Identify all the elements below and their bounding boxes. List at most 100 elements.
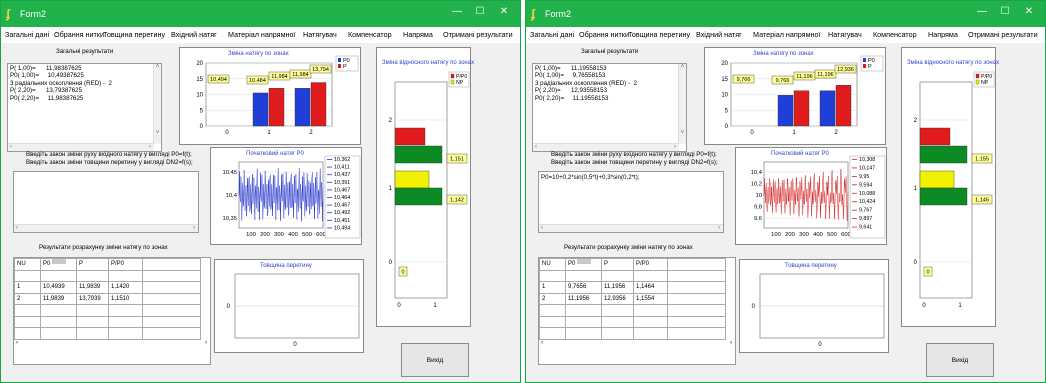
close-icon[interactable]: ✕ — [1021, 6, 1037, 17]
law-label-dn2: Введіть закон зміни товщини перетину у в… — [551, 159, 718, 166]
table-row[interactable]: 1 10,4939 11,9839 1,1420 — [14, 281, 201, 294]
menu-thread[interactable]: Обрання нитки — [54, 30, 104, 39]
law-input[interactable]: P0=10+0,2*sin(0,5*t)+0,3*sin(0,2*t); ‹ › — [538, 171, 724, 233]
scroll-right-icon[interactable]: › — [718, 225, 720, 231]
results-hscroll[interactable]: ‹ › — [533, 143, 679, 151]
menu-tensioner[interactable]: Натягувач — [828, 30, 862, 39]
zone-legend-swatch — [338, 64, 341, 68]
init-x-tick: 200 — [260, 232, 270, 238]
menu-thickness[interactable]: Товщина перетину — [628, 30, 690, 39]
zone-tension-chart: Зміна натягу по зонах 20 15 10 5 0 0 1 2 9,766 9,… — [704, 47, 886, 145]
results-vscroll[interactable]: ˄ ˅ — [678, 64, 686, 144]
init-y-tick: 10,45 — [222, 170, 237, 176]
init-legend-label: 10,467 — [334, 203, 350, 209]
table-cell: 1 — [14, 281, 41, 294]
table-row[interactable]: 1 9,7656 11,1956 1,1464 — [539, 281, 726, 294]
table-cell: 2 — [539, 292, 566, 305]
rel-bar-np — [394, 187, 443, 206]
law-input[interactable]: ‹ › — [13, 171, 199, 233]
scroll-thumb[interactable] — [577, 259, 591, 264]
init-y-tick: 10,35 — [222, 216, 237, 222]
zone-chart-svg: 20 15 10 5 0 0 1 2 9,766 9,766 11,196 11,196 12,936 P… — [721, 55, 884, 136]
table-header: NU — [539, 258, 566, 271]
law-input-hscroll[interactable]: ‹ › — [14, 224, 198, 232]
results-table[interactable]: NU P0 P P/P0 1 9,7656 11,1956 1,1464 2 1… — [538, 257, 736, 365]
table-row[interactable]: 2 11,1956 12,9356 1,1554 — [539, 292, 726, 305]
zone-y-tick: 15 — [196, 77, 203, 83]
scroll-right-icon[interactable]: › — [193, 225, 195, 231]
menu-input-tension[interactable]: Вхідний натяг — [171, 30, 217, 39]
scroll-right-icon[interactable]: › — [149, 144, 151, 150]
scroll-right-icon[interactable]: › — [730, 340, 732, 346]
close-icon[interactable]: ✕ — [496, 6, 512, 17]
scroll-left-icon[interactable]: ‹ — [541, 340, 543, 346]
scroll-left-icon[interactable]: ‹ — [535, 144, 537, 150]
init-x-tick: 600 — [841, 232, 851, 238]
zone-bar-p — [268, 88, 285, 127]
init-legend-label: 10,424 — [859, 199, 875, 205]
menu-material[interactable]: Матеріал напрямної — [228, 30, 295, 39]
scroll-left-icon[interactable]: ‹ — [16, 340, 18, 346]
scroll-down-icon[interactable]: ˅ — [154, 130, 161, 136]
results-memo[interactable]: P( 1,00)= 11,98387625 P0( 1,00)= 10,4938… — [7, 63, 162, 152]
zone-y-tick: 10 — [721, 93, 728, 99]
relative-tension-chart: Зміна відносного натягу по зонах 2 1 0 0 1 1,… — [901, 47, 999, 327]
zone-y-tick: 5 — [200, 108, 204, 114]
zone-y-tick: 0 — [200, 124, 204, 130]
menu-guide[interactable]: Напряма — [403, 30, 433, 39]
zone-x-tick: 0 — [750, 130, 754, 136]
thickness-chart-svg: 00 — [227, 273, 360, 348]
law-label-p0: Введіть закон зміни руху вхідного натягу… — [26, 151, 192, 158]
zone-y-tick: 0 — [725, 124, 729, 130]
results-line: P( 2,20)= 13,79387625 — [10, 87, 83, 95]
scroll-thumb[interactable] — [52, 259, 66, 264]
table-row[interactable]: 2 11,9839 13,7939 1,1510 — [14, 292, 201, 305]
menu-tensioner[interactable]: Натягувач — [303, 30, 337, 39]
minimize-icon[interactable]: — — [974, 6, 990, 17]
results-memo[interactable]: P( 1,00)= 11,19558153 P0( 1,00)= 9,76558… — [532, 63, 687, 152]
scroll-up-icon[interactable]: ˄ — [154, 64, 161, 70]
scroll-right-icon[interactable]: › — [205, 340, 207, 346]
init-x-tick: 200 — [785, 232, 795, 238]
scroll-left-icon[interactable]: ‹ — [16, 225, 18, 231]
table-hscroll[interactable]: ‹ › — [14, 259, 210, 346]
menu-thickness[interactable]: Товщина перетину — [103, 30, 165, 39]
menu-guide[interactable]: Напряма — [928, 30, 958, 39]
exit-button[interactable]: Вихід — [401, 343, 469, 377]
maximize-icon[interactable]: ☐ — [472, 6, 488, 17]
rel-bar-p-p0 — [919, 170, 955, 189]
menu-results[interactable]: Отримані результати — [968, 30, 1038, 39]
law-input-hscroll[interactable]: ‹ › — [539, 224, 723, 232]
menu-general[interactable]: Загальні дані — [5, 30, 49, 39]
results-hscroll[interactable]: ‹ › — [8, 143, 154, 151]
table-cell: 12,9356 — [601, 292, 634, 305]
maximize-icon[interactable]: ☐ — [997, 6, 1013, 17]
rel-data-label: 1,146 — [975, 198, 989, 204]
results-vscroll[interactable]: ˄ ˅ — [153, 64, 161, 144]
minimize-icon[interactable]: — — [449, 6, 465, 17]
scroll-right-icon[interactable]: › — [674, 144, 676, 150]
zone-legend-swatch — [863, 58, 866, 62]
init-x-tick: 400 — [813, 232, 823, 238]
scroll-left-icon[interactable]: ‹ — [10, 144, 12, 150]
zone-bar-p0 — [252, 92, 269, 127]
zone-data-label: 12,936 — [837, 67, 854, 73]
results-line: P0( 2,20)= 11,19558153 — [535, 94, 609, 102]
menu-material[interactable]: Матеріал напрямної — [753, 30, 820, 39]
menu-compensator[interactable]: Компенсатор — [873, 30, 917, 39]
menu-general[interactable]: Загальні дані — [530, 30, 574, 39]
menu-input-tension[interactable]: Вхідний натяг — [696, 30, 742, 39]
exit-button[interactable]: Вихід — [926, 343, 994, 377]
table-cell: 11,9839 — [76, 281, 109, 294]
menu-thread[interactable]: Обрання нитки — [579, 30, 629, 39]
scroll-up-icon[interactable]: ˄ — [679, 64, 686, 70]
results-table[interactable]: NU P0 P P/P0 1 10,4939 11,9839 1,1420 2 … — [13, 257, 211, 365]
menu-results[interactable]: Отримані результати — [443, 30, 513, 39]
table-cell: 10,4939 — [40, 281, 77, 294]
zone-data-label: 11,984 — [292, 72, 308, 78]
menu-compensator[interactable]: Компенсатор — [348, 30, 392, 39]
scroll-down-icon[interactable]: ˅ — [679, 130, 686, 136]
app-icon: ʄ — [6, 7, 10, 21]
table-hscroll[interactable]: ‹ › — [539, 259, 735, 346]
scroll-left-icon[interactable]: ‹ — [541, 225, 543, 231]
